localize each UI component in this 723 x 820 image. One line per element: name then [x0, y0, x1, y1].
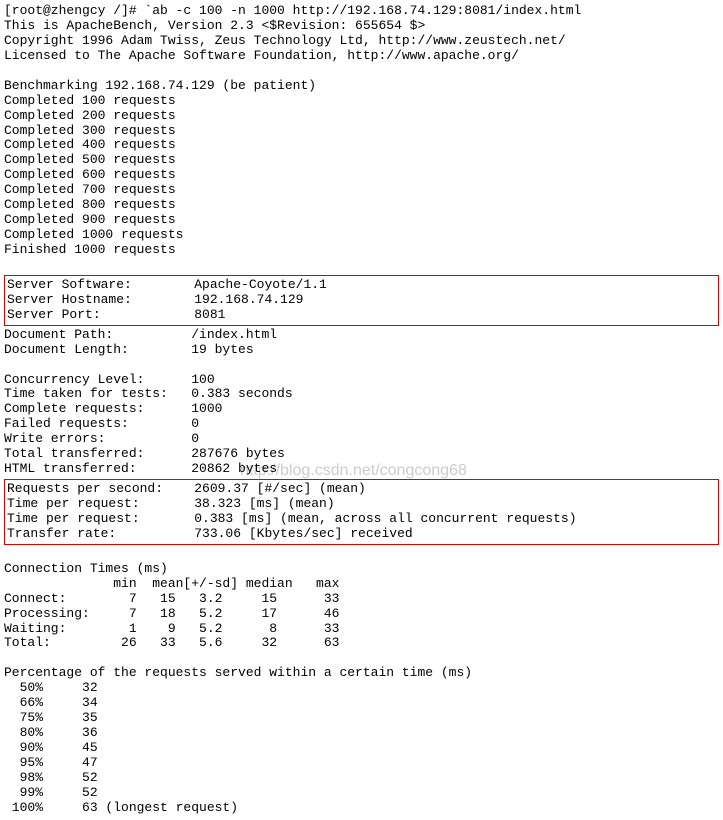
blank-line [4, 258, 719, 273]
blank-line [4, 358, 719, 373]
percentile-row: 99% 52 [4, 786, 719, 801]
total-row: Total: 26 33 5.6 32 63 [4, 636, 719, 651]
time-per-request-all: Time per request: 0.383 [ms] (mean, acro… [7, 512, 716, 527]
progress-line: Completed 300 requests [4, 124, 719, 139]
concurrency-level: Concurrency Level: 100 [4, 373, 719, 388]
server-software: Server Software: Apache-Coyote/1.1 [7, 278, 716, 293]
server-hostname: Server Hostname: 192.168.74.129 [7, 293, 716, 308]
performance-box: Requests per second: 2609.37 [#/sec] (me… [4, 479, 719, 545]
transfer-rate: Transfer rate: 733.06 [Kbytes/sec] recei… [7, 527, 716, 542]
failed-requests: Failed requests: 0 [4, 417, 719, 432]
progress-line: Completed 1000 requests [4, 228, 719, 243]
intro-line: Copyright 1996 Adam Twiss, Zeus Technolo… [4, 34, 719, 49]
percentage-header: Percentage of the requests served within… [4, 666, 719, 681]
blank-line [4, 64, 719, 79]
blank-line [4, 547, 719, 562]
intro-line: This is ApacheBench, Version 2.3 <$Revis… [4, 19, 719, 34]
server-info-box: Server Software: Apache-Coyote/1.1 Serve… [4, 275, 719, 326]
progress-line: Completed 800 requests [4, 198, 719, 213]
document-path: Document Path: /index.html [4, 328, 719, 343]
server-port: Server Port: 8081 [7, 308, 716, 323]
blank-line [4, 651, 719, 666]
write-errors: Write errors: 0 [4, 432, 719, 447]
progress-line: Completed 200 requests [4, 109, 719, 124]
time-per-request-mean: Time per request: 38.323 [ms] (mean) [7, 497, 716, 512]
total-transferred: Total transferred: 287676 bytes [4, 447, 719, 462]
progress-line: Completed 700 requests [4, 183, 719, 198]
progress-line: Completed 600 requests [4, 168, 719, 183]
finished-line: Finished 1000 requests [4, 243, 719, 258]
command-line: [root@zhengcy /]# `ab -c 100 -n 1000 htt… [4, 4, 719, 19]
percentile-row: 66% 34 [4, 696, 719, 711]
waiting-row: Waiting: 1 9 5.2 8 33 [4, 622, 719, 637]
percentile-row: 95% 47 [4, 756, 719, 771]
html-transferred: HTML transferred: 20862 bytes [4, 462, 719, 477]
complete-requests: Complete requests: 1000 [4, 402, 719, 417]
intro-line: Licensed to The Apache Software Foundati… [4, 49, 719, 64]
connect-row: Connect: 7 15 3.2 15 33 [4, 592, 719, 607]
percentile-row: 75% 35 [4, 711, 719, 726]
progress-line: Completed 900 requests [4, 213, 719, 228]
time-taken: Time taken for tests: 0.383 seconds [4, 387, 719, 402]
connection-times-header: Connection Times (ms) [4, 562, 719, 577]
progress-line: Completed 500 requests [4, 153, 719, 168]
percentile-row: 90% 45 [4, 741, 719, 756]
benchmarking-line: Benchmarking 192.168.74.129 (be patient) [4, 79, 719, 94]
connection-times-columns: min mean[+/-sd] median max [4, 577, 719, 592]
percentile-row: 80% 36 [4, 726, 719, 741]
percentile-row: 50% 32 [4, 681, 719, 696]
terminal-output: [root@zhengcy /]# `ab -c 100 -n 1000 htt… [4, 4, 719, 816]
requests-per-second: Requests per second: 2609.37 [#/sec] (me… [7, 482, 716, 497]
progress-line: Completed 100 requests [4, 94, 719, 109]
percentile-row: 100% 63 (longest request) [4, 801, 719, 816]
percentile-row: 98% 52 [4, 771, 719, 786]
processing-row: Processing: 7 18 5.2 17 46 [4, 607, 719, 622]
progress-line: Completed 400 requests [4, 138, 719, 153]
document-length: Document Length: 19 bytes [4, 343, 719, 358]
